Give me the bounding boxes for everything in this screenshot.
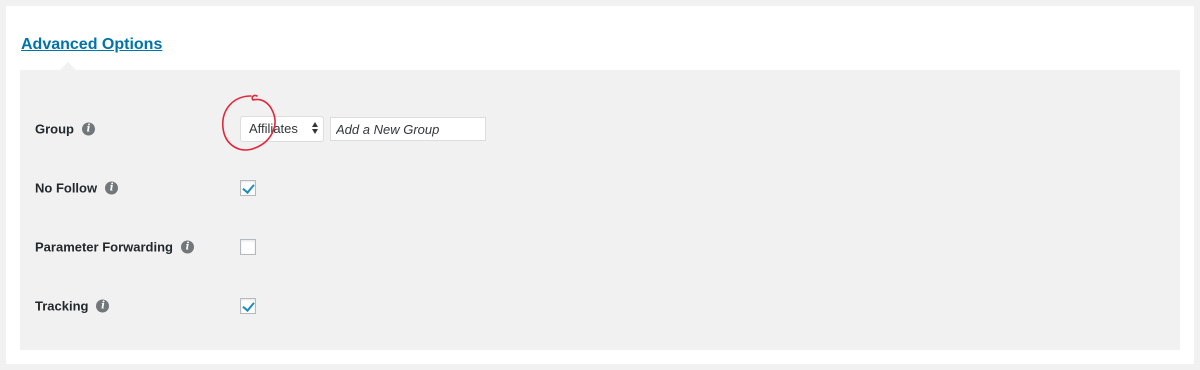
box-pointer (60, 62, 76, 70)
tracking-row: Tracking i (20, 291, 1180, 321)
tracking-label-wrap: Tracking i (35, 298, 110, 314)
no-follow-label: No Follow (35, 180, 98, 196)
info-icon[interactable]: i (82, 122, 95, 136)
group-select-value: Affiliates (249, 121, 298, 136)
no-follow-checkbox[interactable] (240, 180, 256, 196)
parameter-forwarding-control (240, 239, 256, 255)
advanced-options-panel: Advanced Options Group i Affiliates Add … (6, 6, 1194, 364)
group-row: Group i Affiliates (20, 114, 1180, 144)
parameter-forwarding-checkbox[interactable] (240, 239, 256, 255)
select-arrows-icon (312, 122, 318, 134)
parameter-forwarding-label-wrap: Parameter Forwarding i (35, 240, 194, 255)
group-label-wrap: Group i (35, 122, 95, 137)
tracking-control (240, 298, 256, 314)
no-follow-control (240, 180, 256, 196)
group-label: Group (35, 121, 74, 137)
tracking-checkbox[interactable] (240, 298, 256, 314)
parameter-forwarding-row: Parameter Forwarding i (20, 232, 1180, 262)
info-icon[interactable]: i (96, 299, 110, 313)
tracking-label: Tracking (35, 298, 89, 314)
parameter-forwarding-label: Parameter Forwarding (35, 239, 173, 255)
group-controls: Affiliates (240, 116, 486, 142)
advanced-options-box: Group i Affiliates No Follow i (20, 62, 1180, 350)
info-icon[interactable]: i (105, 181, 119, 195)
no-follow-row: No Follow i (20, 173, 1180, 203)
new-group-input[interactable] (330, 117, 486, 141)
advanced-options-toggle[interactable]: Advanced Options (21, 36, 162, 54)
info-icon[interactable]: i (181, 240, 194, 254)
no-follow-label-wrap: No Follow i (35, 180, 119, 196)
group-select[interactable]: Affiliates (240, 116, 324, 142)
